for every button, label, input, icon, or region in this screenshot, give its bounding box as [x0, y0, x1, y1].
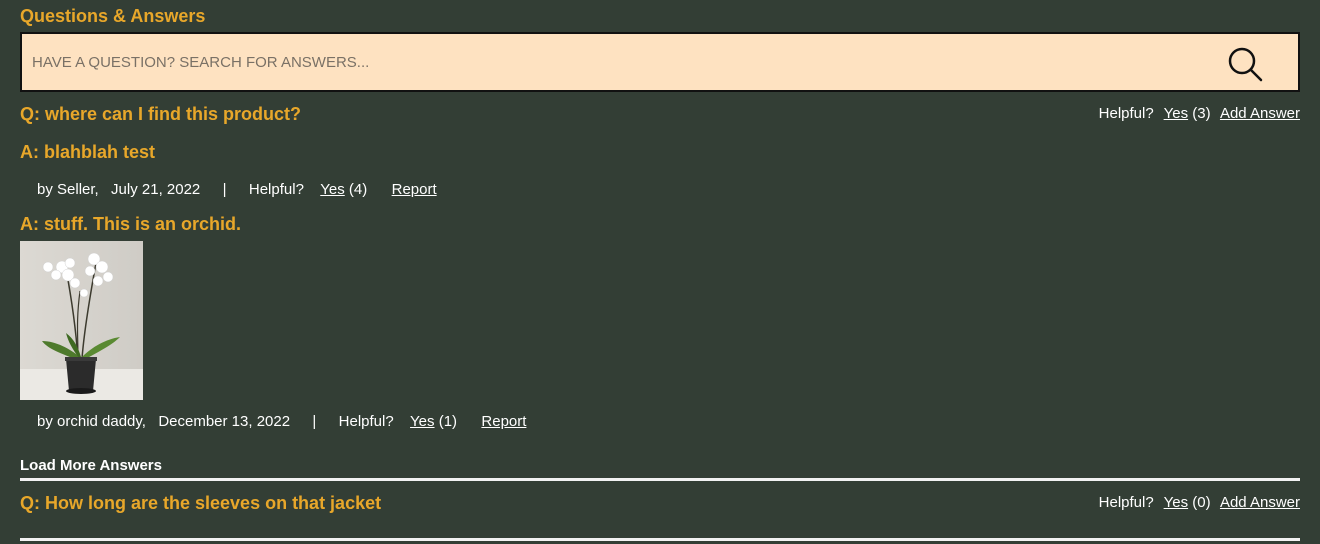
helpful-count: (3): [1192, 105, 1211, 122]
question-meta: Helpful? Yes (3) Add Answer: [1099, 105, 1300, 122]
answer-text: A: stuff. This is an orchid.: [20, 214, 242, 234]
answer-byline: by Seller,: [37, 181, 99, 198]
question-text: Q: How long are the sleeves on that jack…: [20, 493, 382, 513]
orchid-photo: [20, 241, 143, 400]
search-input[interactable]: [22, 34, 1202, 90]
report-link[interactable]: Report: [392, 181, 437, 198]
answer-date: July 21, 2022: [111, 181, 201, 198]
answer-text: A: blahblah test: [20, 142, 156, 162]
report-link[interactable]: Report: [481, 413, 526, 430]
helpful-yes-link[interactable]: Yes: [410, 413, 434, 430]
helpful-label: Helpful?: [248, 181, 304, 198]
helpful-label: Helpful?: [1098, 494, 1154, 511]
answer-date: December 13, 2022: [158, 413, 291, 430]
helpful-yes-link[interactable]: Yes: [320, 181, 344, 198]
helpful-label: Helpful?: [338, 413, 394, 430]
answer-meta: by orchid daddy, December 13, 2022 | Hel…: [37, 413, 526, 430]
question-text: Q: where can I find this product?: [20, 104, 302, 124]
helpful-label: Helpful?: [1098, 105, 1154, 122]
helpful-count: (1): [438, 413, 458, 430]
answer-photo[interactable]: [20, 241, 143, 400]
section-title: Questions & Answers: [20, 6, 206, 26]
divider: [20, 538, 1300, 541]
search-box[interactable]: [20, 32, 1300, 92]
separator: |: [312, 413, 317, 430]
question-meta: Helpful? Yes (0) Add Answer: [1099, 494, 1300, 511]
load-more-answers-button[interactable]: Load More Answers: [20, 457, 162, 474]
add-answer-link[interactable]: Add Answer: [1220, 105, 1300, 122]
helpful-count: (4): [348, 181, 368, 198]
search-icon[interactable]: [1227, 46, 1263, 82]
helpful-yes-link[interactable]: Yes: [1164, 494, 1188, 511]
answer-meta: by Seller, July 21, 2022 | Helpful? Yes …: [37, 181, 437, 198]
answer-byline: by orchid daddy,: [37, 413, 146, 430]
helpful-count: (0): [1192, 494, 1211, 511]
separator: |: [222, 181, 227, 198]
add-answer-link[interactable]: Add Answer: [1220, 494, 1300, 511]
divider: [20, 478, 1300, 481]
helpful-yes-link[interactable]: Yes: [1164, 105, 1188, 122]
